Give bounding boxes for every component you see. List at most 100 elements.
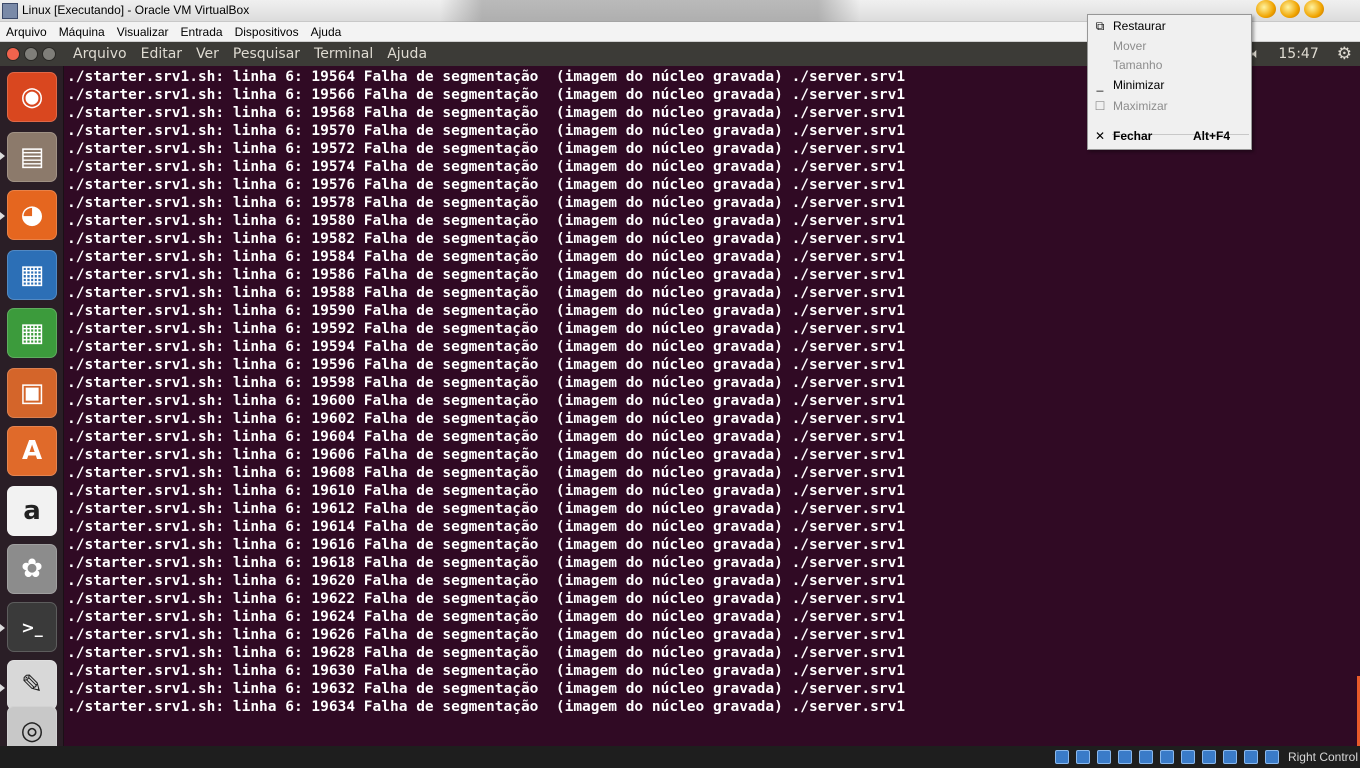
terminal-line: ./starter.srv1.sh: linha 6: 19582 Falha … — [67, 231, 906, 247]
mouse-integration-icon[interactable] — [1243, 750, 1258, 764]
terminal-maximize-button[interactable] — [42, 47, 56, 61]
vbox-status-bar: Right Control — [0, 746, 1360, 768]
vbox-menu-entrada[interactable]: Entrada — [175, 22, 229, 42]
amazon-icon[interactable]: a — [7, 486, 57, 536]
optical-drive-icon[interactable] — [1075, 750, 1090, 764]
terminal-line: ./starter.srv1.sh: linha 6: 19568 Falha … — [67, 105, 906, 121]
menu-item-mover[interactable]: Mover — [1088, 36, 1251, 56]
menu-item-fechar[interactable]: ✕ Fechar Alt+F4 — [1088, 126, 1251, 146]
display-icon[interactable] — [1180, 750, 1195, 764]
firefox-icon[interactable]: ◕ — [7, 190, 57, 240]
terminal-close-button[interactable] — [6, 47, 20, 61]
vbox-menu-ajuda[interactable]: Ajuda — [305, 22, 348, 42]
restore-icon: ⧉ — [1095, 19, 1105, 33]
menu-item-minimizar[interactable]: _ Minimizar — [1088, 75, 1251, 95]
terminal-line: ./starter.srv1.sh: linha 6: 19588 Falha … — [67, 285, 906, 301]
menu-item-restaurar[interactable]: ⧉ Restaurar — [1088, 16, 1251, 36]
window-title: Linux [Executando] - Oracle VM VirtualBo… — [22, 3, 250, 17]
terminal-line: ./starter.srv1.sh: linha 6: 19606 Falha … — [67, 447, 906, 463]
terminal-line: ./starter.srv1.sh: linha 6: 19570 Falha … — [67, 123, 906, 139]
badge-icon — [1304, 0, 1324, 18]
terminal-menu-terminal[interactable]: Terminal — [307, 46, 380, 62]
menu-item-label: Maximizar — [1113, 99, 1168, 113]
usb-icon[interactable] — [1138, 750, 1153, 764]
terminal-line: ./starter.srv1.sh: linha 6: 19602 Falha … — [67, 411, 906, 427]
terminal-menu-editar[interactable]: Editar — [134, 46, 189, 62]
unity-launcher: ◉ ▤ ◕ ▦ ▦ ▣ Aa ✿ >_ ✎ ◎ — [0, 66, 64, 756]
terminal-menu-pesquisar[interactable]: Pesquisar — [226, 46, 307, 62]
running-indicator — [0, 684, 5, 692]
menu-item-tamanho[interactable]: Tamanho — [1088, 55, 1251, 75]
terminal-line: ./starter.srv1.sh: linha 6: 19590 Falha … — [67, 303, 906, 319]
terminal-line: ./starter.srv1.sh: linha 6: 19600 Falha … — [67, 393, 906, 409]
terminal-line: ./starter.srv1.sh: linha 6: 19564 Falha … — [67, 69, 906, 85]
panel-clock[interactable]: 15:47 — [1278, 46, 1318, 62]
terminal-line: ./starter.srv1.sh: linha 6: 19634 Falha … — [67, 699, 906, 715]
running-indicator — [0, 152, 5, 160]
network-icon[interactable] — [1117, 750, 1132, 764]
gear-icon[interactable]: ⚙ — [1337, 44, 1352, 64]
hard-disk-icon[interactable] — [1054, 750, 1069, 764]
terminal-line: ./starter.srv1.sh: linha 6: 19616 Falha … — [67, 537, 906, 553]
terminal-line: ./starter.srv1.sh: linha 6: 19566 Falha … — [67, 87, 906, 103]
terminal-menu-ajuda[interactable]: Ajuda — [380, 46, 434, 62]
keyboard-icon[interactable] — [1264, 750, 1279, 764]
shared-folders-icon[interactable] — [1159, 750, 1174, 764]
running-indicator — [0, 624, 5, 632]
speaker-icon[interactable]: 🔈︎ — [1252, 46, 1260, 62]
terminal-line: ./starter.srv1.sh: linha 6: 19578 Falha … — [67, 195, 906, 211]
terminal-icon[interactable]: >_ — [7, 602, 57, 652]
software-center-icon[interactable]: A — [7, 426, 57, 476]
terminal-line: ./starter.srv1.sh: linha 6: 19572 Falha … — [67, 141, 906, 157]
window-system-menu: ⧉ Restaurar Mover Tamanho _ Minimizar ☐ Maximiz… — [1087, 14, 1252, 150]
vbox-menu-arquivo[interactable]: Arquivo — [0, 22, 53, 42]
vbox-menu-maquina[interactable]: Máquina — [53, 22, 111, 42]
menu-item-label: Tamanho — [1113, 58, 1163, 72]
files-icon[interactable]: ▤ — [7, 132, 57, 182]
title-badges — [1256, 0, 1324, 20]
terminal-line: ./starter.srv1.sh: linha 6: 19580 Falha … — [67, 213, 906, 229]
audio-icon[interactable] — [1096, 750, 1111, 764]
terminal-output[interactable]: ./starter.srv1.sh: linha 6: 19564 Falha … — [64, 66, 1360, 746]
terminal-line: ./starter.srv1.sh: linha 6: 19612 Falha … — [67, 501, 906, 517]
terminal-menu-arquivo[interactable]: Arquivo — [66, 46, 134, 62]
ubuntu-dash-icon[interactable]: ◉ — [7, 72, 57, 122]
virtualization-icon[interactable] — [1222, 750, 1237, 764]
terminal-minimize-button[interactable] — [24, 47, 38, 61]
video-capture-icon[interactable] — [1201, 750, 1216, 764]
terminal-line: ./starter.srv1.sh: linha 6: 19626 Falha … — [67, 627, 906, 643]
terminal-line: ./starter.srv1.sh: linha 6: 19592 Falha … — [67, 321, 906, 337]
terminal-line: ./starter.srv1.sh: linha 6: 19574 Falha … — [67, 159, 906, 175]
terminal-line: ./starter.srv1.sh: linha 6: 19620 Falha … — [67, 573, 906, 589]
terminal-line: ./starter.srv1.sh: linha 6: 19594 Falha … — [67, 339, 906, 355]
terminal-line: ./starter.srv1.sh: linha 6: 19598 Falha … — [67, 375, 906, 391]
calc-icon[interactable]: ▦ — [7, 308, 57, 358]
virtualbox-app-icon[interactable] — [2, 3, 18, 19]
terminal-line: ./starter.srv1.sh: linha 6: 19624 Falha … — [67, 609, 906, 625]
running-indicator — [0, 212, 5, 220]
terminal-line: ./starter.srv1.sh: linha 6: 19584 Falha … — [67, 249, 906, 265]
menu-item-maximizar[interactable]: ☐ Maximizar — [1088, 96, 1251, 116]
vbox-menu-dispositivos[interactable]: Dispositivos — [229, 22, 305, 42]
impress-icon[interactable]: ▣ — [7, 368, 57, 418]
terminal-line: ./starter.srv1.sh: linha 6: 19610 Falha … — [67, 483, 906, 499]
terminal-line: ./starter.srv1.sh: linha 6: 19628 Falha … — [67, 645, 906, 661]
writer-icon[interactable]: ▦ — [7, 250, 57, 300]
terminal-line: ./starter.srv1.sh: linha 6: 19586 Falha … — [67, 267, 906, 283]
close-icon: ✕ — [1094, 129, 1106, 143]
vbox-menu-visualizar[interactable]: Visualizar — [111, 22, 175, 42]
menu-item-label: Fechar — [1113, 129, 1153, 143]
terminal-line: ./starter.srv1.sh: linha 6: 19622 Falha … — [67, 591, 906, 607]
menu-item-label: Mover — [1113, 39, 1147, 53]
terminal-line: ./starter.srv1.sh: linha 6: 19630 Falha … — [67, 663, 906, 679]
terminal-window-controls — [6, 47, 56, 61]
menu-item-label: Minimizar — [1113, 78, 1165, 92]
terminal-menu-ver[interactable]: Ver — [189, 46, 226, 62]
menu-item-label: Restaurar — [1113, 19, 1166, 33]
menu-item-shortcut: Alt+F4 — [1193, 129, 1231, 143]
text-editor-icon[interactable]: ✎ — [7, 660, 57, 710]
system-settings-icon[interactable]: ✿ — [7, 544, 57, 594]
terminal-line: ./starter.srv1.sh: linha 6: 19614 Falha … — [67, 519, 906, 535]
title-background-image — [440, 0, 860, 22]
terminal-line: ./starter.srv1.sh: linha 6: 19618 Falha … — [67, 555, 906, 571]
